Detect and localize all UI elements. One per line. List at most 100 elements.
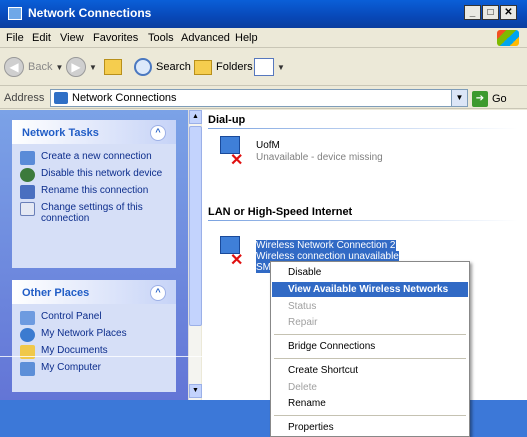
menu-item-bridge-connections[interactable]: Bridge Connections bbox=[272, 339, 468, 354]
wireless-connection-icon[interactable]: ✕ bbox=[212, 234, 246, 272]
other-places-panel: Other Places ^ Control Panel My Network … bbox=[12, 280, 176, 392]
folders-button[interactable]: Folders bbox=[194, 56, 253, 78]
place-label: My Network Places bbox=[41, 328, 127, 339]
error-x-icon: ✕ bbox=[230, 252, 244, 269]
other-places-header[interactable]: Other Places ^ bbox=[12, 280, 176, 304]
network-tasks-panel: Network Tasks ^ Create a new connection … bbox=[12, 120, 176, 268]
back-label: Back bbox=[28, 61, 53, 73]
address-value: Network Connections bbox=[72, 92, 177, 104]
menu-separator bbox=[274, 334, 466, 335]
address-dropdown-icon[interactable]: ▼ bbox=[451, 90, 467, 106]
task-label: Create a new connection bbox=[41, 151, 152, 162]
task-label: Rename this connection bbox=[41, 185, 149, 196]
menu-favorites[interactable]: Favorites bbox=[93, 32, 138, 44]
search-button[interactable]: Search bbox=[134, 56, 191, 78]
collapse-chevron-icon[interactable]: ^ bbox=[150, 285, 166, 301]
network-connections-icon bbox=[8, 7, 22, 20]
views-icon bbox=[254, 58, 274, 76]
place-label: My Documents bbox=[41, 345, 108, 356]
up-folder-icon bbox=[104, 59, 122, 75]
task-disable-device[interactable]: Disable this network device bbox=[20, 168, 168, 182]
place-my-documents[interactable]: My Documents bbox=[20, 345, 168, 359]
menu-item-disable[interactable]: Disable bbox=[272, 265, 468, 280]
menu-help[interactable]: Help bbox=[235, 32, 258, 44]
menu-item-repair: Repair bbox=[288, 317, 318, 328]
close-button[interactable]: ✕ bbox=[500, 5, 517, 20]
menu-file[interactable]: File bbox=[6, 32, 24, 44]
other-places-title: Other Places bbox=[22, 287, 90, 299]
task-create-connection[interactable]: Create a new connection bbox=[20, 151, 168, 165]
folders-label: Folders bbox=[216, 61, 253, 73]
menu-tools[interactable]: Tools bbox=[148, 32, 174, 44]
search-label: Search bbox=[156, 61, 191, 73]
place-my-network-places[interactable]: My Network Places bbox=[20, 328, 168, 342]
back-dropdown-icon[interactable]: ▼ bbox=[55, 63, 63, 72]
minimize-button[interactable]: _ bbox=[464, 5, 481, 20]
dialup-connection-icon[interactable]: ✕ bbox=[212, 134, 246, 172]
collapse-chevron-icon[interactable]: ^ bbox=[150, 125, 166, 141]
menu-bar: File Edit View Favorites Tools Advanced … bbox=[0, 28, 527, 48]
scroll-thumb[interactable] bbox=[189, 126, 202, 326]
menu-item-status: Status bbox=[288, 301, 317, 312]
group-header-dialup: Dial-up bbox=[208, 114, 246, 126]
network-connections-icon bbox=[54, 92, 68, 104]
error-x-icon: ✕ bbox=[230, 152, 244, 169]
place-label: My Computer bbox=[41, 362, 102, 373]
menu-view[interactable]: View bbox=[60, 32, 84, 44]
back-arrow-icon: ◀ bbox=[4, 57, 24, 77]
folders-icon bbox=[194, 59, 212, 75]
go-arrow-icon: ➔ bbox=[472, 90, 488, 107]
back-button[interactable]: ◀ Back ▼ bbox=[4, 56, 63, 78]
menu-item-delete: Delete bbox=[288, 382, 317, 393]
menu-item-create-shortcut[interactable]: Create Shortcut bbox=[272, 363, 468, 378]
network-places-icon bbox=[20, 328, 35, 342]
disable-device-icon bbox=[20, 168, 35, 182]
task-label: Change settings of this connection bbox=[41, 202, 143, 224]
toolbar: ◀ Back ▼ ▶ ▼ Search Folders ▼ bbox=[0, 48, 527, 86]
up-folder-button[interactable] bbox=[104, 56, 122, 78]
group-header-lan: LAN or High-Speed Internet bbox=[208, 206, 353, 218]
address-bar: Address Network Connections ▼ ➔ Go bbox=[0, 87, 527, 109]
scroll-down-icon[interactable]: ▼ bbox=[189, 384, 202, 398]
forward-dropdown-icon[interactable]: ▼ bbox=[89, 63, 97, 72]
place-label: Control Panel bbox=[41, 311, 102, 322]
control-panel-icon bbox=[20, 311, 35, 325]
group-divider bbox=[208, 128, 518, 129]
window-title: Network Connections bbox=[28, 6, 152, 20]
wireless-connection-name[interactable]: Wireless Network Connection 2 bbox=[256, 240, 396, 251]
views-button[interactable]: ▼ bbox=[254, 56, 285, 78]
place-my-computer[interactable]: My Computer bbox=[20, 362, 168, 376]
menu-advanced[interactable]: Advanced bbox=[181, 32, 230, 44]
settings-icon bbox=[20, 202, 35, 216]
rename-icon bbox=[20, 185, 35, 199]
menu-item-rename[interactable]: Rename bbox=[272, 396, 468, 411]
menu-edit[interactable]: Edit bbox=[32, 32, 51, 44]
group-divider bbox=[208, 220, 518, 221]
address-field[interactable]: Network Connections ▼ bbox=[50, 89, 468, 107]
menu-item-view-wireless-networks[interactable]: View Available Wireless Networks bbox=[272, 282, 468, 297]
go-button[interactable]: ➔ Go bbox=[472, 90, 524, 107]
scroll-up-icon[interactable]: ▲ bbox=[189, 110, 202, 124]
forward-arrow-icon: ▶ bbox=[66, 57, 86, 77]
menu-separator bbox=[274, 358, 466, 359]
dialup-connection-name[interactable]: UofM bbox=[256, 140, 280, 151]
my-computer-icon bbox=[20, 362, 35, 376]
new-connection-icon bbox=[20, 151, 35, 165]
task-change-settings[interactable]: Change settings of this connection bbox=[20, 202, 168, 224]
network-tasks-header[interactable]: Network Tasks ^ bbox=[12, 120, 176, 144]
place-control-panel[interactable]: Control Panel bbox=[20, 311, 168, 325]
task-label: Disable this network device bbox=[41, 168, 163, 179]
go-label: Go bbox=[492, 92, 507, 105]
title-bar[interactable]: Network Connections _ □ ✕ bbox=[0, 0, 527, 28]
search-icon bbox=[134, 58, 152, 76]
menu-separator bbox=[274, 415, 466, 416]
network-tasks-title: Network Tasks bbox=[22, 127, 99, 139]
dialup-connection-status: Unavailable - device missing bbox=[256, 152, 383, 163]
windows-logo-icon bbox=[497, 30, 519, 46]
forward-button[interactable]: ▶ ▼ bbox=[66, 56, 97, 78]
task-rename-connection[interactable]: Rename this connection bbox=[20, 185, 168, 199]
maximize-button[interactable]: □ bbox=[482, 5, 499, 20]
views-dropdown-icon[interactable]: ▼ bbox=[277, 63, 285, 72]
address-label: Address bbox=[4, 92, 45, 104]
menu-item-properties[interactable]: Properties bbox=[272, 420, 468, 435]
